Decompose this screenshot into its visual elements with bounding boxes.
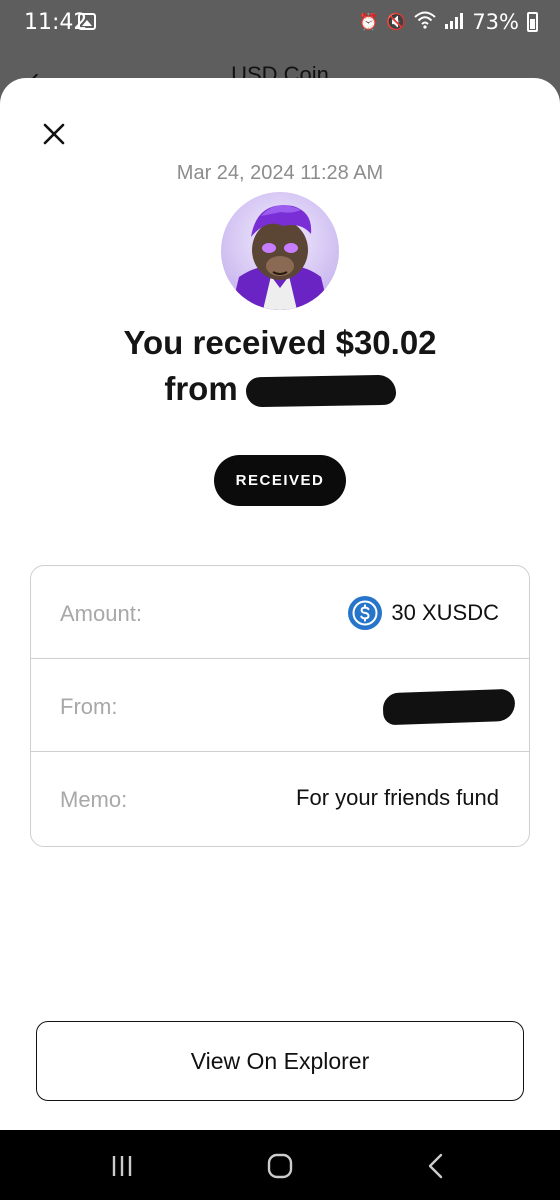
- status-bar: 11:42 ⏰ 🔇 73%: [0, 0, 560, 40]
- amount-value: 30 XUSDC: [347, 595, 499, 631]
- status-icons: ⏰ 🔇 73%: [358, 10, 538, 34]
- from-prefix: from: [164, 370, 238, 407]
- wifi-icon: [414, 11, 436, 34]
- system-nav-bar: [0, 1130, 560, 1200]
- memo-value: For your friends fund: [296, 785, 499, 810]
- redacted-from-address: [382, 688, 516, 726]
- battery-icon: [527, 12, 538, 32]
- view-on-explorer-button[interactable]: View On Explorer: [36, 1021, 524, 1101]
- memo-label: Memo:: [60, 787, 128, 812]
- back-icon: [428, 1153, 443, 1179]
- close-button[interactable]: [36, 116, 72, 152]
- usdc-coin-icon: [348, 596, 383, 630]
- back-button[interactable]: [416, 1150, 456, 1182]
- detail-row-amount: Amount: 30 XUSDC: [31, 566, 529, 659]
- mute-icon: 🔇: [386, 14, 407, 31]
- detail-row-memo: Memo: For your friends fund: [31, 752, 529, 845]
- close-icon: [43, 123, 65, 145]
- gallery-icon: [78, 13, 96, 30]
- recent-apps-icon: [112, 1156, 132, 1176]
- sender-avatar: [221, 192, 339, 310]
- from-label: From:: [60, 694, 118, 719]
- battery-percent: 73%: [472, 10, 519, 34]
- status-badge: RECEIVED: [214, 455, 346, 506]
- detail-row-from: From:: [31, 659, 529, 752]
- home-button[interactable]: [260, 1150, 300, 1182]
- received-amount-text: You received $30.02: [123, 324, 437, 361]
- transaction-sheet: Mar 24, 2024 11:28 AM You received $30.0…: [0, 78, 560, 1130]
- amount-label: Amount:: [60, 601, 142, 626]
- transaction-date: Mar 24, 2024 11:28 AM: [176, 162, 384, 184]
- transaction-headline: You received $30.02 from: [0, 320, 560, 412]
- amount-text: 30 XUSDC: [391, 600, 499, 625]
- home-icon: [267, 1153, 293, 1179]
- transaction-details-card: Amount: 30 XUSDC From: Memo: For your fr…: [30, 565, 530, 847]
- alarm-icon: ⏰: [358, 14, 379, 31]
- redacted-sender-name: [245, 374, 396, 408]
- signal-icon: [444, 11, 464, 34]
- recent-apps-button[interactable]: [102, 1150, 142, 1182]
- sender-line: from: [164, 366, 396, 412]
